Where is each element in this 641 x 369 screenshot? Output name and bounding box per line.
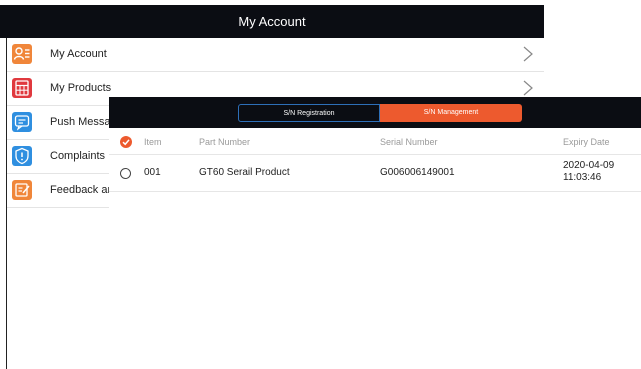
page-title: My Account (238, 14, 306, 29)
cell-serial-number: G006006149001 (380, 167, 455, 178)
edit-note-icon (12, 180, 32, 200)
menu-item-label: Push Messag (50, 116, 117, 128)
column-header-item: Item (144, 137, 162, 147)
column-header-part-number: Part Number (199, 137, 251, 147)
table-header: Item Part Number Serial Number Expiry Da… (109, 128, 641, 155)
menu-item-my-account[interactable]: My Account (7, 38, 544, 72)
menu-item-label: My Account (50, 48, 107, 60)
alert-shield-icon (12, 146, 32, 166)
tab-sn-management[interactable]: S/N Management (380, 104, 522, 122)
cell-part-number: GT60 Serail Product (199, 167, 290, 178)
table-row[interactable]: 001 GT60 Serail Product G006006149001 20… (109, 155, 641, 192)
chevron-right-icon (523, 80, 533, 96)
user-list-icon (12, 44, 32, 64)
sn-tab-bar: S/N Registration S/N Management (109, 97, 641, 128)
cell-item: 001 (144, 167, 161, 178)
tab-sn-registration[interactable]: S/N Registration (238, 104, 380, 122)
calculator-icon (12, 78, 32, 98)
column-header-serial-number: Serial Number (380, 137, 438, 147)
menu-item-label: My Products (50, 82, 112, 94)
message-icon (12, 112, 32, 132)
cell-expiry-date: 2020-04-09 (563, 160, 615, 171)
cell-expiry-time: 11:03:46 (563, 172, 602, 183)
chevron-right-icon (523, 46, 533, 62)
column-header-expiry-date: Expiry Date (563, 137, 610, 147)
sn-management-panel: S/N Registration S/N Management Item Par… (109, 97, 641, 369)
row-select-radio[interactable] (120, 168, 131, 179)
menu-item-label: Feedback an (50, 184, 114, 196)
select-all-check-icon[interactable] (120, 136, 132, 148)
menu-item-label: Complaints (50, 150, 106, 162)
